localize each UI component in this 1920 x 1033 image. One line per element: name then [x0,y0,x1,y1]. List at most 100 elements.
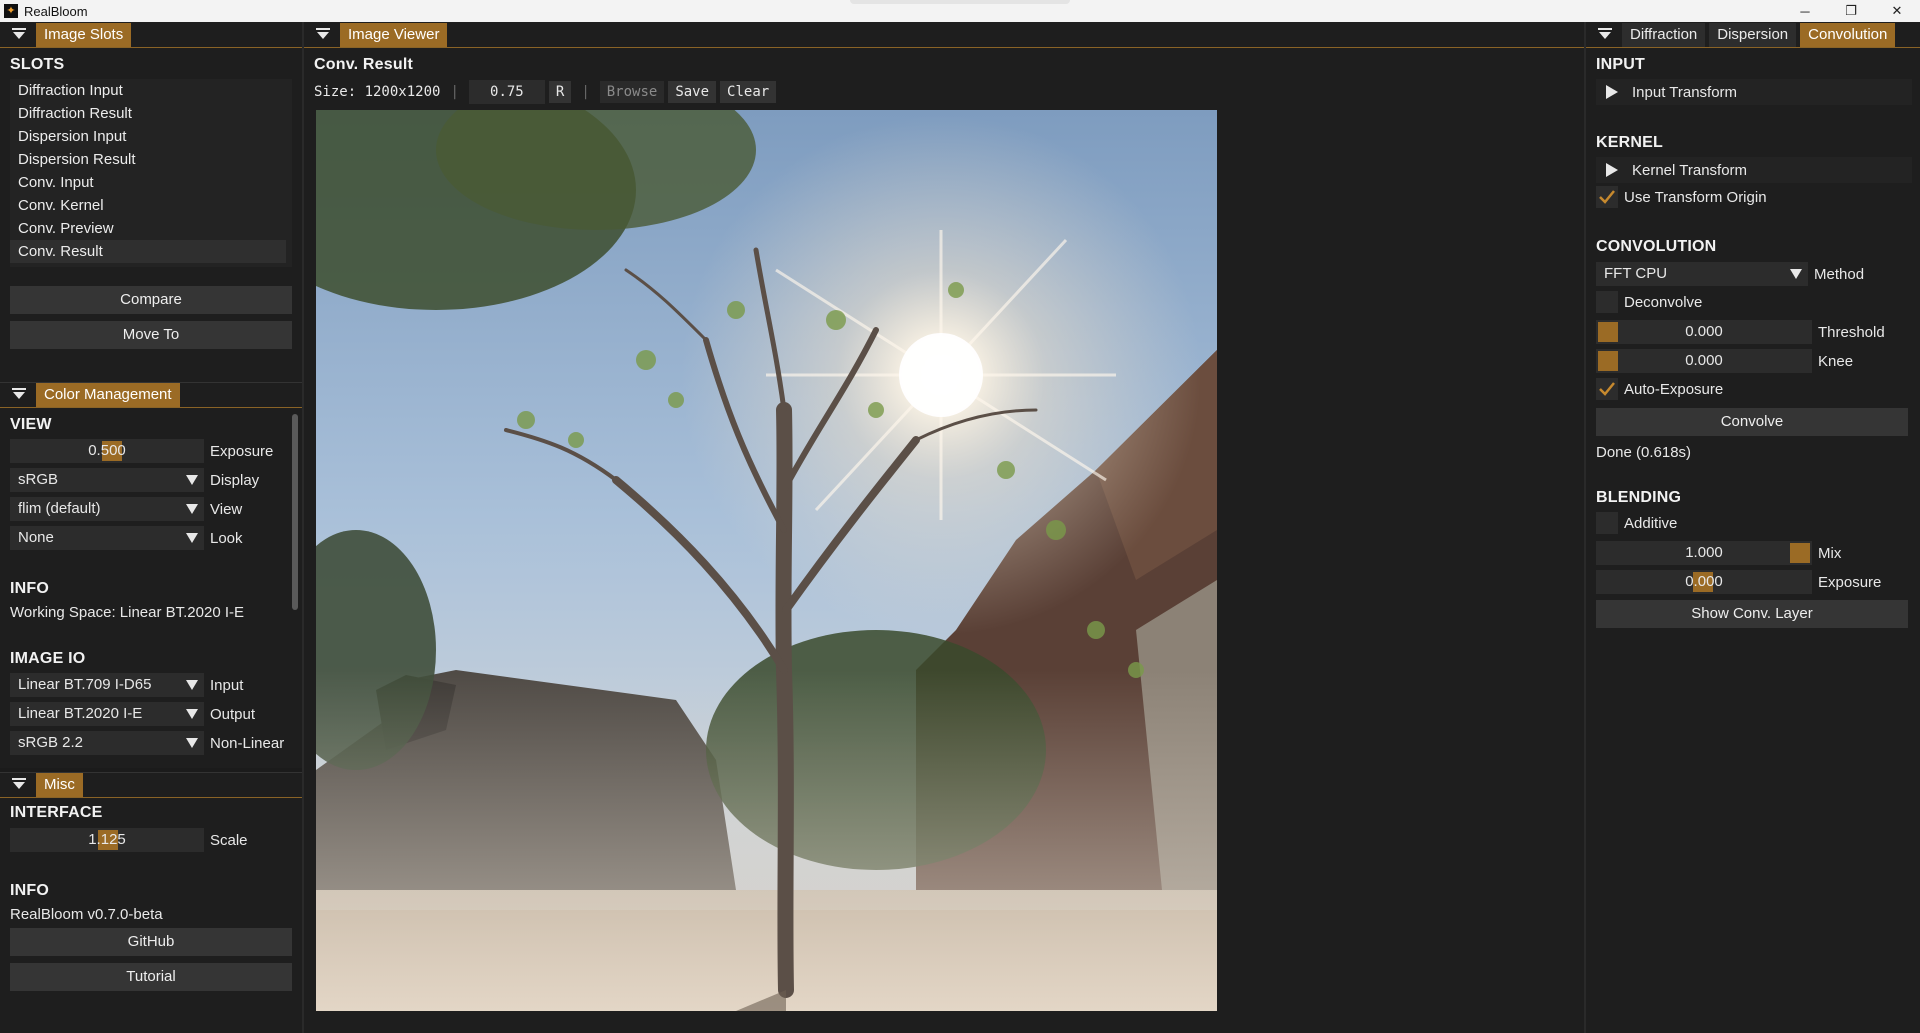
tab-diffraction[interactable]: Diffraction [1622,23,1706,47]
working-space-text: Working Space: Linear BT.2020 I-E [10,604,245,621]
chevron-down-icon [1784,262,1808,286]
scale-slider[interactable]: 1.125 [10,828,204,852]
maximize-icon[interactable]: ❐ [1828,0,1874,22]
use-transform-origin-checkbox[interactable] [1596,186,1618,208]
slot-item[interactable]: Conv. Input [10,171,292,194]
nonlinear-dropdown[interactable]: sRGB 2.2 [10,731,204,755]
collapse-icon[interactable] [312,23,334,45]
chevron-down-icon [180,468,204,492]
tab-convolution[interactable]: Convolution [1800,23,1896,47]
tutorial-button[interactable]: Tutorial [10,963,292,991]
exposure-label: Exposure [210,442,274,460]
misc-info-title: INFO [10,882,50,899]
slot-list: Diffraction Input Diffraction Result Dis… [10,79,292,267]
color-management-scrollbar[interactable] [290,412,300,762]
save-button[interactable]: Save [668,81,717,103]
knee-value: 0.000 [1685,352,1723,369]
knee-slider[interactable]: 0.000 [1596,349,1812,373]
input-dropdown[interactable]: Linear BT.709 I-D65 [10,673,204,697]
mix-slider[interactable]: 1.000 [1596,541,1812,565]
rendered-image[interactable] [316,110,1217,1011]
tab-misc[interactable]: Misc [36,773,83,797]
scale-label: Scale [210,831,248,849]
output-dropdown[interactable]: Linear BT.2020 I-E [10,702,204,726]
checkmark-icon [1599,190,1615,204]
convolve-button[interactable]: Convolve [1596,408,1908,436]
github-button[interactable]: GitHub [10,928,292,956]
input-label: Input [210,676,244,694]
slot-item[interactable]: Diffraction Input [10,79,292,102]
tab-color-management[interactable]: Color Management [36,383,180,407]
input-transform-header[interactable]: Input Transform [1596,79,1912,105]
view-dropdown[interactable]: flim (default) [10,497,204,521]
kernel-transform-header[interactable]: Kernel Transform [1596,157,1912,183]
reset-zoom-button[interactable]: R [548,81,572,103]
collapse-icon[interactable] [8,383,30,405]
collapse-icon[interactable] [8,773,30,795]
chevron-down-icon [180,497,204,521]
window-controls: ─ ❐ ✕ [1782,0,1920,22]
slider-grab[interactable] [1790,543,1810,563]
display-value: sRGB [18,471,59,488]
threshold-value: 0.000 [1685,323,1723,340]
method-dropdown[interactable]: FFT CPU [1596,262,1808,286]
view-value: flim (default) [18,500,101,517]
slot-item[interactable]: Dispersion Result [10,148,292,171]
slider-grab[interactable] [1598,322,1618,342]
method-value: FFT CPU [1604,265,1668,282]
chevron-down-icon [180,702,204,726]
collapse-icon[interactable] [8,23,30,45]
blend-exposure-slider[interactable]: 0.000 [1596,570,1812,594]
auto-exposure-checkbox[interactable] [1596,378,1618,400]
slot-item[interactable]: Diffraction Result [10,102,292,125]
image-slots-tabbar: Image Slots [0,22,302,48]
look-label: Look [210,529,243,547]
misc-tabbar: Misc [0,772,302,798]
slider-grab[interactable] [1598,351,1618,371]
chevron-down-icon [180,526,204,550]
move-to-button[interactable]: Move To [10,321,292,349]
kernel-title: KERNEL [1596,134,1663,151]
display-label: Display [210,471,260,489]
deconvolve-checkbox[interactable] [1596,291,1618,313]
output-value: Linear BT.2020 I-E [18,705,143,722]
convolve-status: Done (0.618s) [1596,444,1692,461]
threshold-slider[interactable]: 0.000 [1596,320,1812,344]
collapse-icon[interactable] [1594,23,1616,45]
app-icon: ✦ [4,4,18,18]
look-dropdown[interactable]: None [10,526,204,550]
scrollbar-thumb[interactable] [292,414,298,610]
image-io-title: IMAGE IO [10,650,86,667]
slot-item[interactable]: Conv. Preview [10,217,292,240]
close-icon[interactable]: ✕ [1874,0,1920,22]
show-conv-layer-button[interactable]: Show Conv. Layer [1596,600,1908,628]
minimize-icon[interactable]: ─ [1782,0,1828,22]
display-dropdown[interactable]: sRGB [10,468,204,492]
threshold-label: Threshold [1818,323,1885,341]
zoom-input[interactable]: 0.75 [468,80,545,104]
additive-checkbox[interactable] [1596,512,1618,534]
viewer-toolbar: Size: 1200x1200 | 0.75 R | Browse Save C… [314,80,780,104]
use-transform-origin-label: Use Transform Origin [1624,188,1767,206]
mix-label: Mix [1818,544,1842,562]
clear-button[interactable]: Clear [720,81,777,103]
additive-label: Additive [1624,514,1678,532]
interface-title: INTERFACE [10,804,103,821]
color-management-tabbar: Color Management [0,382,302,408]
browse-button[interactable]: Browse [599,81,665,103]
slot-item[interactable]: Conv. Kernel [10,194,292,217]
output-label: Output [210,705,256,723]
compare-button[interactable]: Compare [10,286,292,314]
slot-item[interactable]: Dispersion Input [10,125,292,148]
tab-image-viewer[interactable]: Image Viewer [340,23,448,47]
drag-handle [850,0,1070,4]
image-viewer-tabbar: Image Viewer [304,22,1584,48]
exposure-slider[interactable]: 0.500 [10,439,204,463]
input-title: INPUT [1596,56,1645,73]
image-title: Conv. Result [314,56,414,73]
slot-item-selected[interactable]: Conv. Result [10,240,286,263]
tab-image-slots[interactable]: Image Slots [36,23,132,47]
tab-dispersion[interactable]: Dispersion [1709,23,1797,47]
color-management-panel: Color Management VIEW 0.500 Exposure sRG… [0,382,302,768]
misc-panel: Misc INTERFACE 1.125 Scale INFO RealBloo… [0,772,302,1033]
